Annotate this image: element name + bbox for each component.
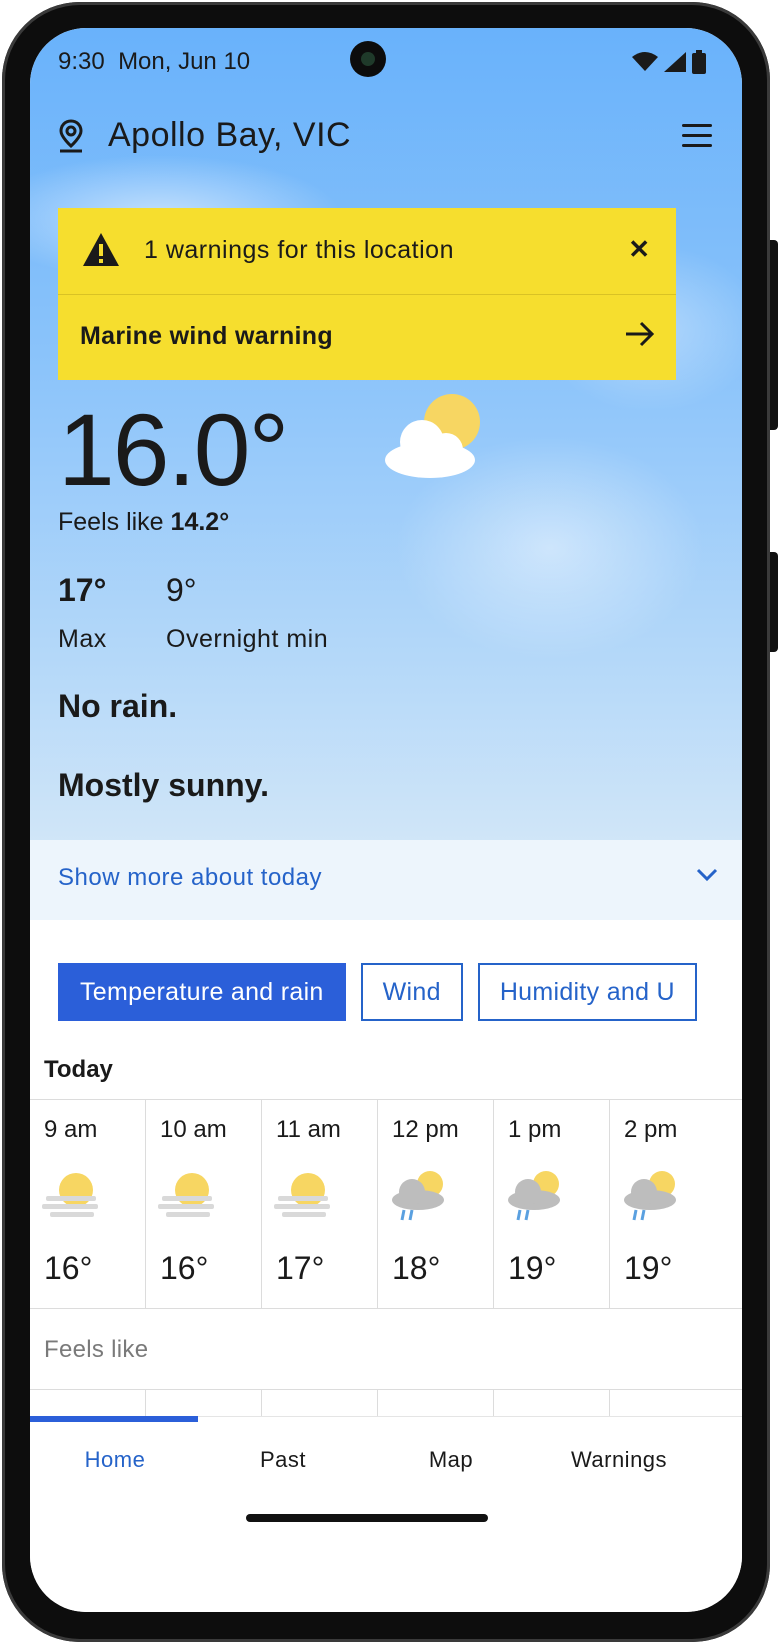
hour-column: 11 am 17° <box>262 1100 378 1308</box>
nav-warnings[interactable]: Warnings <box>534 1447 704 1473</box>
warning-banner: 1 warnings for this location ✕ Marine wi… <box>58 208 676 380</box>
sun-shower-icon <box>392 1171 444 1221</box>
front-camera <box>350 41 386 77</box>
volume-button <box>770 240 778 430</box>
min-temp-label: Overnight min <box>166 625 329 653</box>
partly-cloudy-icon <box>385 394 480 478</box>
nav-home[interactable]: Home <box>30 1447 200 1473</box>
active-tab-indicator <box>30 1416 198 1422</box>
hazy-sun-icon <box>42 1173 98 1217</box>
divider <box>30 1308 742 1309</box>
rain-text: No rain. <box>58 688 178 724</box>
phone-device: 9:30 Mon, Jun 10 Apollo Bay, VIC 1 warni… <box>0 0 778 1649</box>
warning-count: 1 warnings for this location <box>144 236 454 264</box>
hourly-forecast: 9 am 16° 10 am 16° 11 am 17° 12 pm 18° 1… <box>30 1100 742 1308</box>
warning-item-marine-wind[interactable]: Marine wind warning <box>58 294 676 380</box>
hour-column: 10 am 16° <box>146 1100 262 1308</box>
hour-temp: 16° <box>160 1250 209 1286</box>
location-header[interactable]: Apollo Bay, VIC <box>58 116 351 155</box>
status-time: 9:30 <box>58 48 105 75</box>
location-pin-icon <box>59 118 83 152</box>
hour-temp: 16° <box>44 1250 93 1286</box>
status-icons <box>632 50 706 74</box>
section-today: Today <box>44 1056 113 1083</box>
hour-time: 1 pm <box>508 1116 562 1143</box>
home-gesture-bar[interactable] <box>246 1514 488 1522</box>
arrow-right-icon <box>626 321 655 347</box>
summary-text: Mostly sunny. <box>58 767 269 803</box>
hour-temp: 19° <box>624 1250 673 1286</box>
tab-humidity-uv[interactable]: Humidity and U <box>477 963 697 1021</box>
hour-temp: 17° <box>276 1250 325 1286</box>
close-icon[interactable]: ✕ <box>628 234 650 265</box>
warning-item-label: Marine wind warning <box>80 322 333 350</box>
hour-column: 9 am 16° <box>30 1100 146 1308</box>
sun-shower-icon <box>624 1171 676 1221</box>
nav-map[interactable]: Map <box>366 1447 536 1473</box>
feels-like-row-label: Feels like <box>44 1336 149 1363</box>
max-temp-value: 17° <box>58 572 107 608</box>
hour-time: 11 am <box>276 1116 341 1143</box>
tab-wind[interactable]: Wind <box>360 963 463 1021</box>
status-date: Mon, Jun 10 <box>118 48 251 75</box>
hour-time: 9 am <box>44 1116 98 1143</box>
nav-past[interactable]: Past <box>198 1447 368 1473</box>
hour-temp: 19° <box>508 1250 557 1286</box>
power-button <box>770 552 778 652</box>
show-more-toggle[interactable]: Show more about today <box>30 840 742 920</box>
hour-column: 12 pm 18° <box>378 1100 494 1308</box>
hour-time: 2 pm <box>624 1116 678 1143</box>
feels-like-label: Feels like <box>58 508 164 536</box>
hazy-sun-icon <box>158 1173 214 1217</box>
screen: 9:30 Mon, Jun 10 Apollo Bay, VIC 1 warni… <box>30 28 742 1612</box>
hour-column: 2 pm 19° <box>610 1100 725 1308</box>
menu-icon[interactable] <box>682 124 712 148</box>
forecast-tabs: Temperature and rain Wind Humidity and U <box>58 963 697 1021</box>
max-temp: 17° Max <box>58 572 107 654</box>
chevron-down-icon <box>696 868 718 882</box>
show-more-label: Show more about today <box>58 864 322 891</box>
sun-shower-icon <box>508 1171 560 1221</box>
status-time-date: 9:30 Mon, Jun 10 <box>58 48 250 76</box>
battery-icon <box>692 50 706 74</box>
hazy-sun-icon <box>274 1173 330 1217</box>
max-temp-label: Max <box>58 625 107 653</box>
hour-column: 1 pm 19° <box>494 1100 610 1308</box>
tab-temperature-rain[interactable]: Temperature and rain <box>58 963 346 1021</box>
warning-triangle-icon <box>83 233 119 266</box>
current-temperature: 16.0° <box>58 393 289 507</box>
signal-icon <box>664 52 686 72</box>
min-temp: 9° Overnight min <box>166 572 328 654</box>
wifi-icon <box>632 52 658 71</box>
location-title: Apollo Bay, VIC <box>108 116 352 154</box>
min-temp-value: 9° <box>166 572 197 608</box>
warning-summary-row: 1 warnings for this location ✕ <box>58 208 676 295</box>
feels-like-value: 14.2° <box>170 508 230 536</box>
hour-time: 12 pm <box>392 1116 459 1143</box>
feels-like: Feels like 14.2° <box>58 508 229 537</box>
hour-time: 10 am <box>160 1116 227 1143</box>
hour-temp: 18° <box>392 1250 441 1286</box>
